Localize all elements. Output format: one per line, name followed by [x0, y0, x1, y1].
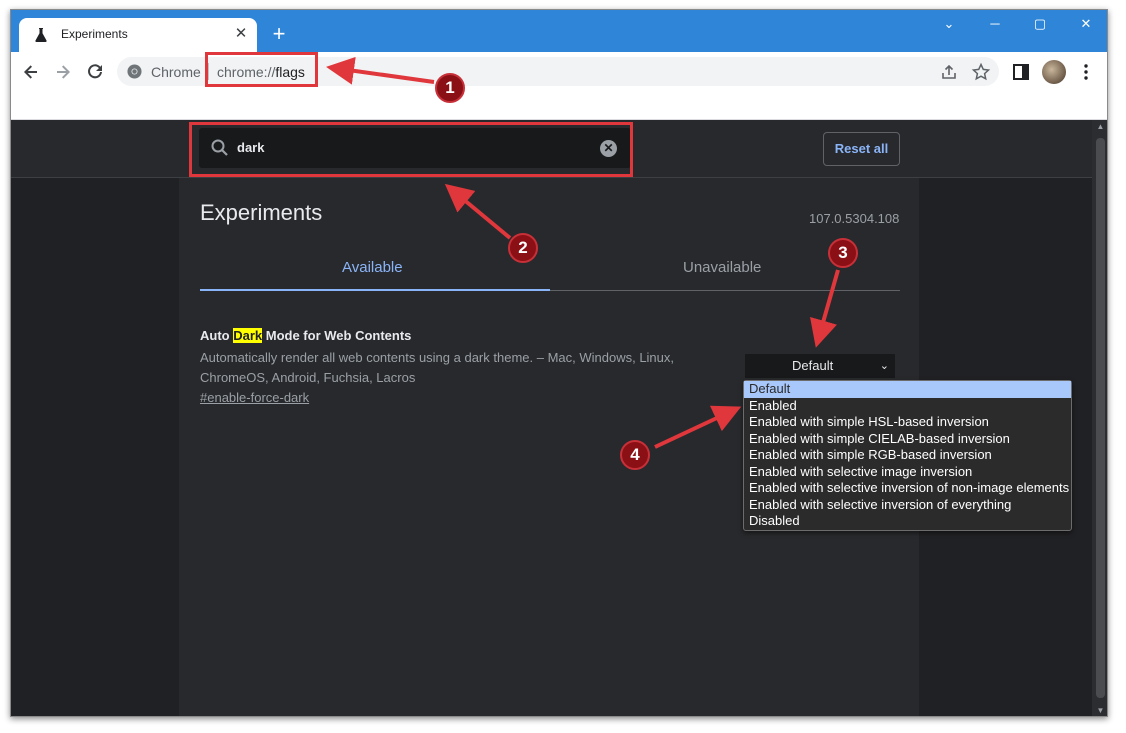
toolbar: Chrome chrome://flags	[11, 52, 1107, 92]
annotation-badge-3: 3	[828, 238, 858, 268]
flag-link[interactable]: #enable-force-dark	[200, 390, 309, 405]
dropdown-option[interactable]: Enabled with selective inversion of non-…	[744, 480, 1071, 497]
star-icon[interactable]	[971, 62, 991, 82]
chrome-icon	[127, 64, 142, 79]
tab-title: Experiments	[61, 27, 128, 41]
flag-options-dropdown[interactable]: Default Enabled Enabled with simple HSL-ba…	[743, 380, 1072, 531]
bookmarks-bar	[11, 92, 1107, 120]
maximize-button[interactable]: ▢	[1017, 10, 1063, 38]
dropdown-option[interactable]: Enabled	[744, 398, 1071, 415]
close-tab-icon[interactable]: ✕	[231, 24, 251, 44]
annotation-badge-1: 1	[435, 73, 465, 103]
flag-title-part: Mode for Web Contents	[262, 328, 412, 343]
tab-unavailable[interactable]: Unavailable	[683, 259, 761, 276]
minimize-button[interactable]: ─	[972, 10, 1018, 38]
forward-arrow-icon	[57, 65, 70, 79]
scroll-up-arrow[interactable]: ▲	[1092, 120, 1107, 134]
forward-button[interactable]	[49, 58, 77, 86]
browser-window: Experiments ✕ + ⌄ ─ ▢ ✕ Chrome chrome://…	[10, 9, 1108, 717]
version-label: 107.0.5304.108	[809, 211, 900, 226]
scroll-down-arrow[interactable]: ▼	[1092, 704, 1107, 716]
dropdown-option[interactable]: Disabled	[744, 513, 1071, 530]
back-arrow-icon	[24, 65, 37, 79]
dropdown-option[interactable]: Enabled with simple HSL-based inversion	[744, 414, 1071, 431]
flag-title-part: Auto	[200, 328, 234, 343]
flask-icon	[35, 28, 47, 42]
share-icon[interactable]	[939, 62, 959, 82]
dropdown-option[interactable]: Enabled with simple RGB-based inversion	[744, 447, 1071, 464]
dropdown-option[interactable]: Enabled with selective image inversion	[744, 464, 1071, 481]
flag-select-value: Default	[792, 358, 834, 373]
tab-search-icon[interactable]: ⌄	[926, 10, 972, 38]
annotation-badge-2: 2	[508, 233, 538, 263]
reload-button[interactable]	[81, 58, 109, 86]
annotation-box-url	[205, 52, 318, 87]
scrollbar[interactable]: ▲ ▼	[1092, 120, 1107, 716]
active-tab-indicator	[200, 289, 550, 291]
new-tab-button[interactable]: +	[267, 23, 291, 47]
tab-available[interactable]: Available	[342, 259, 403, 276]
annotation-box-search	[189, 122, 633, 177]
title-bar: Experiments ✕ + ⌄ ─ ▢ ✕	[11, 10, 1107, 52]
dropdown-option[interactable]: Enabled with simple CIELAB-based inversi…	[744, 431, 1071, 448]
flag-description: Automatically render all web contents us…	[200, 350, 675, 385]
flag-select[interactable]: Default ⌄	[745, 354, 895, 378]
close-window-button[interactable]: ✕	[1063, 10, 1107, 38]
flag-title-highlight: Dark	[233, 328, 263, 343]
dropdown-option[interactable]: Default	[744, 381, 1071, 398]
back-button[interactable]	[17, 58, 45, 86]
avatar[interactable]	[1042, 60, 1066, 84]
flag-title: Auto Dark Mode for Web Contents	[200, 328, 411, 343]
tab-experiments[interactable]: Experiments ✕	[19, 18, 257, 52]
chevron-down-icon: ⌄	[879, 360, 889, 372]
scrollbar-thumb[interactable]	[1096, 138, 1105, 698]
annotation-badge-4: 4	[620, 440, 650, 470]
sidepanel-icon[interactable]	[1011, 62, 1031, 82]
site-chip[interactable]: Chrome	[151, 64, 201, 80]
reload-icon	[88, 64, 102, 79]
reset-all-button[interactable]: Reset all	[823, 132, 900, 166]
page-title: Experiments	[200, 200, 323, 225]
dropdown-option[interactable]: Enabled with selective inversion of ever…	[744, 497, 1071, 514]
kebab-menu-icon[interactable]	[1076, 62, 1096, 82]
